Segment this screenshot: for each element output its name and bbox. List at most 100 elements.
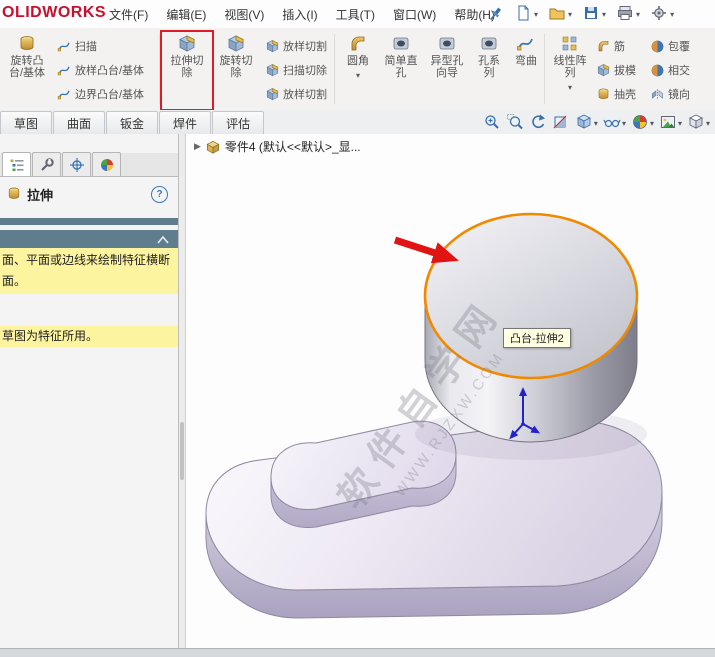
eyeglasses-icon — [603, 119, 621, 128]
new-document-icon — [518, 5, 529, 21]
red-pointer-arrow — [393, 236, 459, 264]
zoom-area-button[interactable] — [505, 112, 525, 132]
tab-displaymanager[interactable] — [92, 152, 121, 176]
tab-propertymanager[interactable] — [32, 152, 61, 176]
revolve-boss-icon — [20, 36, 34, 50]
menu-file[interactable]: 文件(F) — [100, 0, 157, 28]
swept-cut-button[interactable]: 扫描切除 — [262, 58, 330, 82]
lofted-cut-2-button[interactable]: 放样切割 — [262, 82, 330, 106]
rib-button[interactable]: 筋 — [593, 34, 628, 58]
pushpin-icon[interactable] — [486, 5, 504, 23]
linear-pattern-button[interactable]: 线性阵列 — [547, 31, 593, 108]
message-group-header[interactable] — [0, 230, 178, 250]
hole-wizard-label: 异型孔向导 — [430, 55, 464, 79]
boundary-boss-label: 边界凸台/基体 — [75, 89, 145, 101]
ribbon-separator — [159, 34, 160, 104]
features-ribbon: 旋转凸台/基体 扫描 放样凸台/基体 边界凸台/基体 拉伸切除 旋转切除 放样切… — [0, 28, 715, 111]
panel-splitter[interactable] — [178, 134, 186, 648]
wrap-button[interactable]: 包覆 — [647, 34, 693, 58]
lofted-cut-button[interactable]: 放样切割 — [262, 34, 330, 58]
solidworks-window: OLIDWORKS 文件(F) 编辑(E) 视图(V) 插入(I) 工具(T) … — [0, 0, 715, 657]
intersect-label: 相交 — [668, 65, 690, 77]
open-button[interactable] — [548, 4, 572, 22]
tree-expander-icon[interactable]: ▶ — [194, 141, 201, 152]
flex-button[interactable]: 弯曲 — [508, 31, 544, 108]
wrap-icon — [651, 40, 664, 52]
graphics-area[interactable]: ▶ 零件4 (默认<<默认>_显... 软件自学网 WWW.RJZXW.COM … — [186, 134, 715, 648]
view-orientation-button[interactable] — [686, 112, 711, 132]
simple-hole-button[interactable]: 简单直孔 — [379, 31, 423, 108]
new-document-button[interactable] — [514, 4, 538, 22]
revolve-boss-label: 旋转凸台/基体 — [8, 55, 46, 79]
ribbon-separator — [544, 34, 545, 104]
sweep-icon — [57, 41, 70, 52]
tab-sketch[interactable]: 草图 — [0, 111, 53, 134]
save-button[interactable] — [582, 4, 606, 22]
hole-series-label: 孔系列 — [478, 55, 500, 79]
solidworks-logo: OLIDWORKS — [2, 4, 107, 21]
flex-label: 弯曲 — [515, 55, 537, 67]
swept-cut-icon — [266, 63, 279, 76]
cylinder-top-face[interactable] — [423, 212, 639, 380]
dropdown-caret-icon — [594, 115, 598, 129]
tab-featuremanager[interactable] — [2, 152, 31, 176]
previous-view-icon — [532, 114, 545, 129]
menu-view[interactable]: 视图(V) — [215, 0, 273, 28]
loft-boss-button[interactable]: 放样凸台/基体 — [54, 58, 147, 82]
ribbon-separator — [334, 34, 335, 104]
section-view-button[interactable] — [551, 112, 571, 132]
edit-appearance-button[interactable] — [630, 112, 655, 132]
tab-evaluate[interactable]: 评估 — [212, 111, 265, 134]
fillet-button[interactable]: 圆角 — [338, 31, 378, 108]
heads-up-view-toolbar — [482, 111, 711, 133]
dropdown-caret-icon — [568, 79, 572, 93]
lofted-cut-label: 放样切割 — [283, 41, 327, 53]
splitter-grip[interactable] — [180, 422, 184, 480]
revolve-boss-button[interactable]: 旋转凸台/基体 — [1, 31, 53, 108]
shell-button[interactable]: 抽壳 — [593, 82, 639, 106]
menu-edit[interactable]: 编辑(E) — [157, 0, 215, 28]
dropdown-caret-icon — [534, 6, 538, 20]
draft-button[interactable]: 拔模 — [593, 58, 639, 82]
tab-surfaces[interactable]: 曲面 — [53, 111, 106, 134]
pm-message-text-2: 草图为特征所用。 — [0, 326, 178, 347]
sweep-button[interactable]: 扫描 — [54, 34, 100, 58]
swept-cut-label: 扫描切除 — [283, 65, 327, 77]
zoom-area-icon — [506, 114, 523, 130]
options-button[interactable] — [650, 4, 674, 22]
dropdown-caret-icon — [678, 115, 682, 129]
tree-root-label[interactable]: 零件4 (默认<<默认>_显... — [225, 138, 361, 155]
apply-scene-button[interactable] — [658, 112, 683, 132]
help-icon[interactable]: ? — [151, 185, 168, 203]
shell-label: 抽壳 — [614, 89, 636, 101]
lofted-cut-2-icon — [266, 87, 279, 100]
display-style-button[interactable] — [574, 112, 599, 132]
zoom-fit-icon — [485, 115, 499, 129]
mirror-button[interactable]: 镜向 — [647, 82, 693, 106]
pm-title-row: 拉伸 ? — [0, 182, 178, 206]
previous-view-button[interactable] — [528, 112, 548, 132]
hole-wizard-button[interactable]: 异型孔向导 — [424, 31, 470, 108]
hole-series-icon — [481, 37, 497, 50]
boundary-boss-button[interactable]: 边界凸台/基体 — [54, 82, 147, 106]
menu-tools[interactable]: 工具(T) — [327, 0, 384, 28]
dropdown-caret-icon — [356, 67, 360, 81]
print-button[interactable] — [616, 4, 640, 22]
extrude-feature-icon — [8, 187, 20, 199]
hole-series-button[interactable]: 孔系列 — [470, 31, 508, 108]
extruded-cut-button[interactable]: 拉伸切除 — [163, 31, 211, 108]
tab-configurationmanager[interactable] — [62, 152, 91, 176]
hide-show-items-button[interactable] — [602, 112, 627, 132]
menu-insert[interactable]: 插入(I) — [273, 0, 326, 28]
fillet-icon — [351, 36, 365, 51]
tab-weldments[interactable]: 焊件 — [159, 111, 212, 134]
zoom-fit-button[interactable] — [482, 112, 502, 132]
intersect-button[interactable]: 相交 — [647, 58, 693, 82]
rib-icon — [598, 40, 609, 51]
tab-sheet-metal[interactable]: 钣金 — [106, 111, 159, 134]
intersect-icon — [651, 64, 664, 76]
revolved-cut-button[interactable]: 旋转切除 — [212, 31, 260, 108]
menu-window[interactable]: 窗口(W) — [384, 0, 445, 28]
dropdown-caret-icon — [636, 6, 640, 20]
mirror-icon — [651, 88, 664, 100]
